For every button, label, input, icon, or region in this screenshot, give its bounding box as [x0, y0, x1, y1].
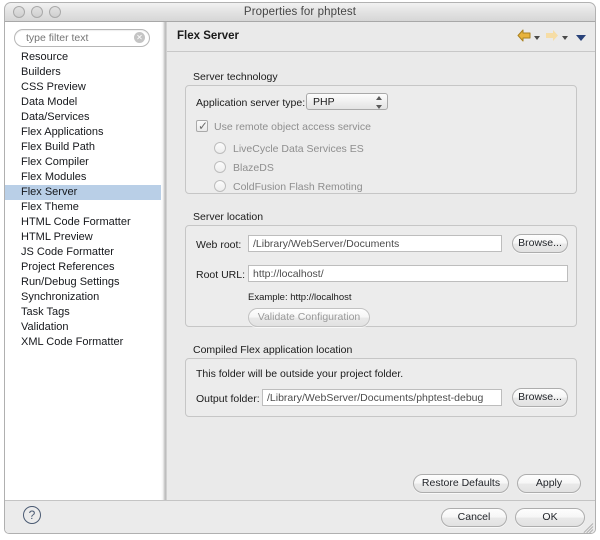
server-technology-group: Server technology Application server typ…: [185, 71, 577, 194]
sidebar-item-html-preview[interactable]: HTML Preview: [5, 230, 161, 245]
validate-configuration-button[interactable]: Validate Configuration: [248, 308, 370, 327]
server-technology-group-label: Server technology: [193, 71, 278, 83]
apply-button[interactable]: Apply: [517, 474, 581, 493]
server-location-frame: Web root: Browse... Root URL: Example: h…: [185, 225, 577, 327]
sidebar-item-xml-code-formatter[interactable]: XML Code Formatter: [5, 335, 161, 350]
output-folder-browse-button[interactable]: Browse...: [512, 388, 568, 407]
radio-livecycle-data-services[interactable]: [214, 142, 226, 154]
sidebar-item-task-tags[interactable]: Task Tags: [5, 305, 161, 320]
sidebar-item-flex-theme[interactable]: Flex Theme: [5, 200, 161, 215]
cancel-button[interactable]: Cancel: [441, 508, 507, 527]
window-title: Properties for phptest: [243, 6, 357, 18]
web-root-label: Web root:: [196, 239, 242, 251]
app-server-type-label: Application server type:: [196, 97, 306, 109]
radio-blazeds-label: BlazeDS: [233, 162, 274, 174]
compiled-location-group-label: Compiled Flex application location: [193, 344, 353, 356]
back-history-caret-icon[interactable]: [534, 36, 540, 40]
ok-button[interactable]: OK: [515, 508, 585, 527]
web-root-input[interactable]: [248, 235, 502, 252]
sidebar-item-run-debug-settings[interactable]: Run/Debug Settings: [5, 275, 161, 290]
restore-defaults-button[interactable]: Restore Defaults: [413, 474, 509, 493]
use-remote-object-label: Use remote object access service: [214, 121, 371, 133]
page-nav-icons: [517, 29, 588, 47]
help-icon[interactable]: ?: [23, 506, 41, 524]
root-url-input[interactable]: [248, 265, 568, 282]
use-remote-object-checkbox[interactable]: ✓: [196, 119, 209, 133]
sidebar-item-validation[interactable]: Validation: [5, 320, 161, 335]
radio-coldfusion-flash-remoting[interactable]: [214, 180, 226, 192]
sidebar-item-flex-modules[interactable]: Flex Modules: [5, 170, 161, 185]
chevron-down-icon[interactable]: [576, 35, 586, 41]
radio-livecycle-data-services-label: LiveCycle Data Services ES: [233, 143, 364, 155]
sidebar-item-flex-build-path[interactable]: Flex Build Path: [5, 140, 161, 155]
sidebar-item-data-model[interactable]: Data Model: [5, 95, 161, 110]
page-title: Flex Server: [177, 30, 240, 42]
output-folder-input[interactable]: [262, 389, 502, 406]
sidebar-item-data-services[interactable]: Data/Services: [5, 110, 161, 125]
server-location-group: Server location Web root: Browse... Root…: [185, 211, 577, 327]
settings-tree-panel: ✕ ResourceBuildersCSS PreviewData ModelD…: [5, 22, 161, 500]
settings-tree[interactable]: Resource Builders CSS Preview Data Model Dat…: [5, 50, 161, 500]
sidebar-item-builders[interactable]: Builders: [5, 65, 161, 80]
app-server-type-select[interactable]: PHP: [306, 93, 388, 110]
sidebar-item-flex-server[interactable]: Flex Server: [5, 185, 161, 200]
checkmark-icon: ✓: [198, 119, 209, 133]
web-root-browse-button[interactable]: Browse...: [512, 234, 568, 253]
root-url-example-text: Example: http://localhost: [248, 292, 352, 303]
back-arrow-icon[interactable]: [517, 29, 531, 47]
clear-filter-icon[interactable]: ✕: [134, 32, 145, 43]
page-header: Flex Server: [167, 22, 595, 52]
page-content: Server technology Application server typ…: [167, 52, 595, 500]
sidebar-item-synchronization[interactable]: Synchronization: [5, 290, 161, 305]
stepper-arrows-icon: [376, 96, 383, 109]
sidebar-item-project-references[interactable]: Project References: [5, 260, 161, 275]
filter-input[interactable]: [14, 29, 150, 47]
radio-coldfusion-flash-remoting-label: ColdFusion Flash Remoting: [233, 181, 363, 193]
server-location-group-label: Server location: [193, 211, 264, 223]
sidebar-item-flex-applications[interactable]: Flex Applications: [5, 125, 161, 140]
app-server-type-value: PHP: [313, 96, 335, 108]
compiled-location-note: This folder will be outside your project…: [196, 368, 404, 380]
forward-history-caret-icon[interactable]: [562, 36, 568, 40]
output-folder-label: Output folder:: [196, 393, 260, 405]
compiled-location-frame: This folder will be outside your project…: [185, 358, 577, 417]
dialog-frame: ✕ ResourceBuildersCSS PreviewData ModelD…: [4, 22, 596, 534]
sidebar-item-js-code-formatter[interactable]: JS Code Formatter: [5, 245, 161, 260]
sidebar-item-css-preview[interactable]: CSS Preview: [5, 80, 161, 95]
resize-grip-icon[interactable]: [581, 519, 594, 533]
radio-blazeds[interactable]: [214, 161, 226, 173]
properties-dialog-window: Properties for phptest ✕ ResourceBuilder…: [0, 0, 600, 540]
dialog-button-bar: ? Cancel OK: [5, 501, 595, 533]
server-technology-frame: Application server type: PHP ✓ Use remot…: [185, 85, 577, 194]
forward-arrow-icon[interactable]: [545, 29, 559, 47]
sidebar-item-flex-compiler[interactable]: Flex Compiler: [5, 155, 161, 170]
compiled-location-group: Compiled Flex application location This …: [185, 344, 577, 417]
settings-detail-panel: Flex Server Server technology Applicatio…: [167, 22, 595, 500]
sidebar-item-resource[interactable]: Resource: [5, 50, 161, 65]
root-url-label: Root URL:: [196, 269, 246, 281]
title-bar: Properties for phptest: [4, 2, 596, 22]
sidebar-item-html-code-formatter[interactable]: HTML Code Formatter: [5, 215, 161, 230]
filter-field-wrapper: ✕: [14, 28, 150, 47]
